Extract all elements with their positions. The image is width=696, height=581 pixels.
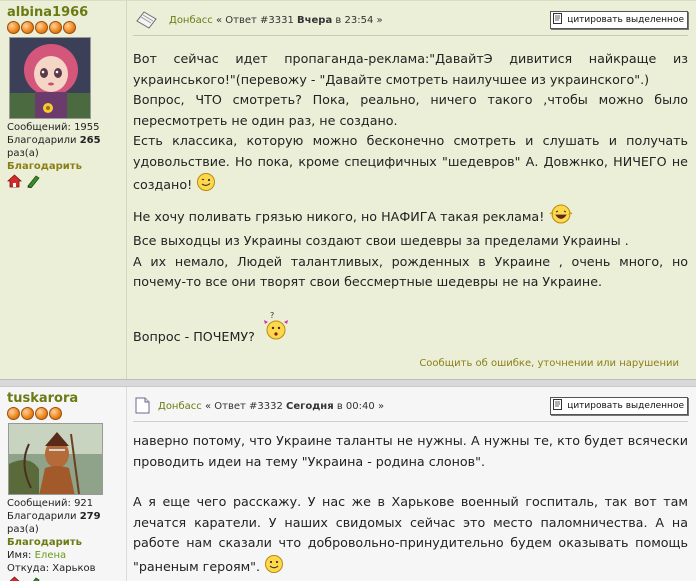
quote-selected-button[interactable]: цитировать выделенное: [550, 11, 688, 29]
paragraph: Не хочу поливать грязью никого, но НАФИГ…: [133, 203, 688, 232]
avatar: [8, 423, 103, 495]
header-rule: [133, 35, 688, 36]
report-link[interactable]: Сообщить об ошибке, уточнении или наруше…: [419, 358, 679, 369]
post-body: наверно потому, что Украине таланты не н…: [133, 431, 688, 580]
pen-icon[interactable]: [26, 174, 41, 188]
quote-icon: [553, 398, 564, 414]
laughing-smiley-icon: [548, 203, 574, 232]
user-icons: [7, 174, 125, 188]
column-divider: [126, 387, 127, 581]
post-icon: [136, 11, 158, 32]
paragraph: А их немало, Людей талантливых, рожденны…: [133, 253, 688, 290]
confused-smiley-icon: ?: [259, 311, 293, 348]
wink-smiley-icon: [196, 172, 216, 199]
post-3331: albina1966 Сообщений: 1955 Благодарили 2…: [0, 0, 696, 379]
forum-link[interactable]: Донбасс: [158, 401, 202, 412]
paragraph: Вот сейчас идет пропаганда-реклама:"Дава…: [133, 51, 688, 87]
paragraph: Все выходцы из Украины создают свои шеде…: [133, 233, 629, 248]
post-meta: Донбасс « Ответ #3332 Сегодня в 00:40 »: [158, 401, 385, 412]
forum-link[interactable]: Донбасс: [169, 15, 213, 26]
quote-icon: [553, 12, 564, 28]
paragraph: А я еще чего расскажу. У нас же в Харько…: [133, 492, 688, 580]
username[interactable]: albina1966: [7, 5, 125, 20]
thank-link[interactable]: Благодарить: [7, 160, 125, 173]
user-profile-box: tuskarora Сообщений: 921 Благодарили 279…: [7, 391, 125, 581]
user-icons: [7, 576, 125, 581]
paragraph: Есть классика, которую можно бесконечно …: [133, 131, 688, 199]
user-profile-box: albina1966 Сообщений: 1955 Благодарили 2…: [7, 5, 125, 188]
thank-link[interactable]: Благодарить: [7, 536, 125, 549]
post-header: Донбасс « Ответ #3332 Сегодня в 00:40 » …: [133, 396, 688, 418]
post-separator: [0, 379, 696, 386]
paragraph: Вопрос, ЧТО смотреть? Пока, реально, нич…: [133, 92, 688, 128]
user-stats: Сообщений: 1955 Благодарили 265 раз(а): [7, 122, 101, 159]
pen-icon[interactable]: [26, 576, 41, 581]
document-icon: [135, 397, 150, 417]
quote-selected-button[interactable]: цитировать выделенное: [550, 397, 688, 415]
post-header: Донбасс « Ответ #3331 Вчера в 23:54 » ци…: [133, 10, 688, 32]
paragraph: Вопрос - ПОЧЕМУ? ?: [133, 311, 688, 348]
rank-stars: [7, 407, 125, 421]
user-info: Имя: Елена Откуда: Харьков: [7, 550, 96, 574]
username[interactable]: tuskarora: [7, 391, 125, 406]
svg-text:?: ?: [270, 311, 274, 320]
paragraph: наверно потому, что Украине таланты не н…: [133, 433, 688, 469]
post-meta: Донбасс « Ответ #3331 Вчера в 23:54 »: [169, 15, 383, 26]
rank-stars: [7, 21, 125, 35]
column-divider: [126, 1, 127, 379]
smiley-icon: [264, 554, 284, 581]
home-icon[interactable]: [7, 576, 22, 581]
post-body: Вот сейчас идет пропаганда-реклама:"Дава…: [133, 49, 688, 347]
avatar: [9, 37, 91, 119]
header-rule: [133, 421, 688, 422]
user-stats: Сообщений: 921 Благодарили 279 раз(а): [7, 498, 101, 535]
home-icon[interactable]: [7, 174, 22, 188]
